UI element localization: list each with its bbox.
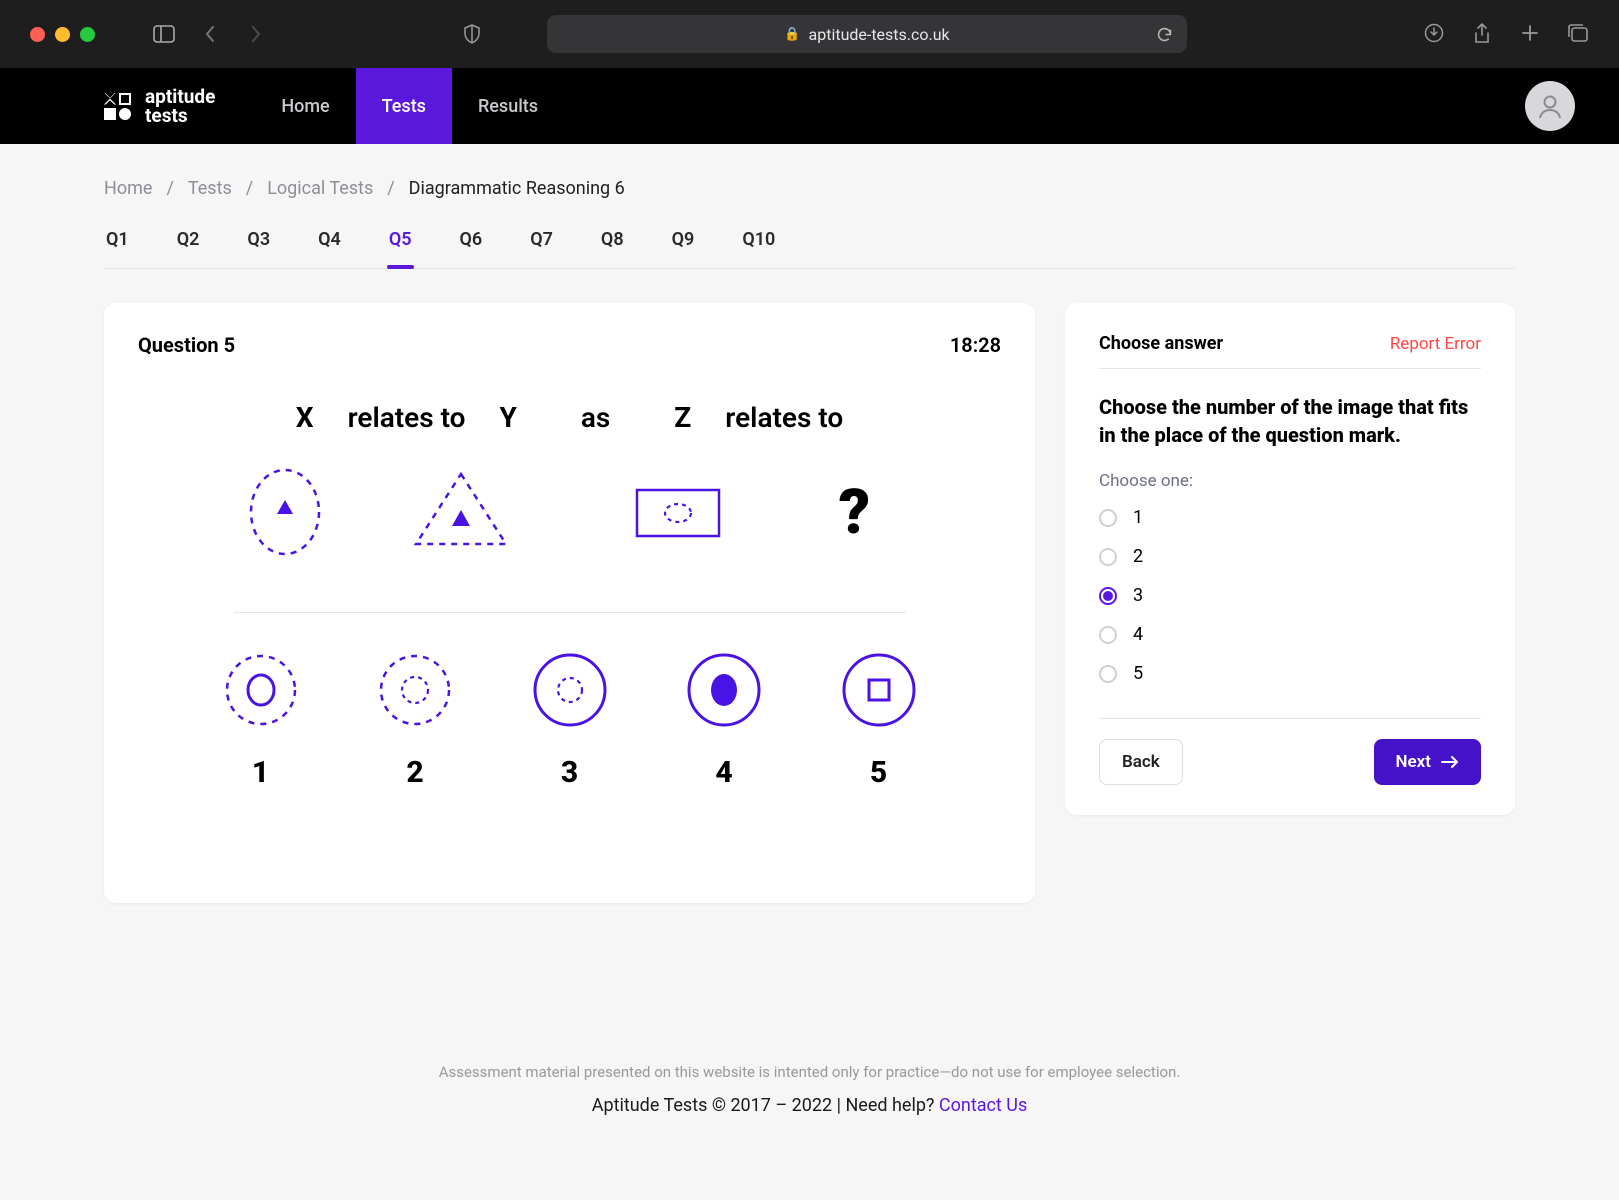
choose-label: Choose one: — [1099, 471, 1481, 491]
shape-x — [240, 462, 330, 562]
crumb-tests[interactable]: Tests — [188, 178, 232, 199]
tab-q6[interactable]: Q6 — [458, 229, 485, 268]
tab-q10[interactable]: Q10 — [740, 229, 777, 268]
report-error-link[interactable]: Report Error — [1390, 334, 1481, 354]
answer-card: Choose answer Report Error Choose the nu… — [1065, 303, 1515, 815]
maximize-window-icon[interactable] — [80, 27, 95, 42]
nav-tests[interactable]: Tests — [356, 68, 452, 144]
tab-q4[interactable]: Q4 — [316, 229, 343, 268]
answer-options: 1 2 3 4 5 — [1099, 507, 1481, 684]
url-text: aptitude-tests.co.uk — [809, 25, 950, 44]
label-relates1: relates to — [348, 401, 466, 434]
question-tabs: Q1 Q2 Q3 Q4 Q5 Q6 Q7 Q8 Q9 Q10 — [104, 229, 1515, 269]
share-icon[interactable] — [1471, 23, 1493, 45]
answer-option-3[interactable]: 3 — [1099, 585, 1481, 606]
crumb-home[interactable]: Home — [104, 178, 152, 199]
brand-text: aptitude tests — [145, 87, 215, 125]
diagram-option-3: 3 — [527, 647, 613, 790]
answer-prompt: Choose the number of the image that fits… — [1099, 393, 1481, 449]
answer-header: Choose answer — [1099, 333, 1223, 354]
tab-q3[interactable]: Q3 — [245, 229, 272, 268]
tabs-overview-icon[interactable] — [1567, 23, 1589, 45]
diagram-option-1: 1 — [218, 647, 304, 790]
question-mark-icon: ? — [809, 476, 899, 549]
url-bar[interactable]: 🔒 aptitude-tests.co.uk — [547, 15, 1187, 53]
forward-icon — [245, 25, 267, 43]
back-button[interactable]: Back — [1099, 739, 1183, 785]
shield-icon[interactable] — [461, 24, 483, 44]
browser-chrome: 🔒 aptitude-tests.co.uk — [0, 0, 1619, 68]
reload-icon[interactable] — [1156, 26, 1173, 43]
brand-logo[interactable]: aptitude tests — [0, 87, 255, 125]
timer: 18:28 — [950, 333, 1001, 357]
next-button[interactable]: Next — [1374, 739, 1482, 785]
tab-q9[interactable]: Q9 — [670, 229, 697, 268]
download-icon[interactable] — [1423, 23, 1445, 45]
tab-q7[interactable]: Q7 — [528, 229, 555, 268]
contact-link[interactable]: Contact Us — [939, 1095, 1027, 1116]
shape-z — [623, 462, 733, 562]
label-x: X — [296, 401, 314, 434]
shape-y — [406, 462, 516, 562]
close-window-icon[interactable] — [30, 27, 45, 42]
label-z: Z — [674, 401, 691, 434]
nav-results[interactable]: Results — [452, 68, 564, 144]
answer-option-4[interactable]: 4 — [1099, 624, 1481, 645]
question-card: Question 5 18:28 X relates to Y as Z rel… — [104, 303, 1035, 903]
tab-q2[interactable]: Q2 — [175, 229, 202, 268]
breadcrumb: Home/ Tests/ Logical Tests/ Diagrammatic… — [104, 178, 1515, 199]
question-title: Question 5 — [138, 333, 235, 357]
label-as: as — [581, 401, 610, 434]
diagram: X relates to Y as Z relates to — [210, 401, 930, 790]
answer-option-5[interactable]: 5 — [1099, 663, 1481, 684]
divider — [234, 612, 906, 613]
diagram-option-5: 5 — [836, 647, 922, 790]
diagram-option-2: 2 — [372, 647, 458, 790]
tab-q8[interactable]: Q8 — [599, 229, 626, 268]
minimize-window-icon[interactable] — [55, 27, 70, 42]
nav-home[interactable]: Home — [255, 68, 355, 144]
answer-option-1[interactable]: 1 — [1099, 507, 1481, 528]
footer: Assessment material presented on this we… — [104, 1063, 1515, 1116]
window-controls — [30, 27, 95, 42]
crumb-current: Diagrammatic Reasoning 6 — [409, 178, 625, 199]
footer-copyright: Aptitude Tests © 2017 – 2022 | Need help… — [592, 1095, 939, 1116]
crumb-logical[interactable]: Logical Tests — [267, 178, 373, 199]
arrow-right-icon — [1441, 755, 1459, 769]
answer-option-2[interactable]: 2 — [1099, 546, 1481, 567]
sidebar-toggle-icon[interactable] — [153, 25, 175, 43]
label-y: Y — [500, 401, 517, 434]
avatar[interactable] — [1525, 81, 1575, 131]
brand-icon — [104, 93, 131, 120]
tab-q1[interactable]: Q1 — [104, 229, 131, 268]
new-tab-icon[interactable] — [1519, 23, 1541, 45]
lock-icon: 🔒 — [784, 27, 800, 42]
diagram-option-4: 4 — [681, 647, 767, 790]
label-relates2: relates to — [725, 401, 843, 434]
back-icon[interactable] — [199, 25, 221, 43]
tab-q5[interactable]: Q5 — [387, 229, 414, 268]
footer-disclaimer: Assessment material presented on this we… — [104, 1063, 1515, 1081]
site-header: aptitude tests Home Tests Results — [0, 68, 1619, 144]
